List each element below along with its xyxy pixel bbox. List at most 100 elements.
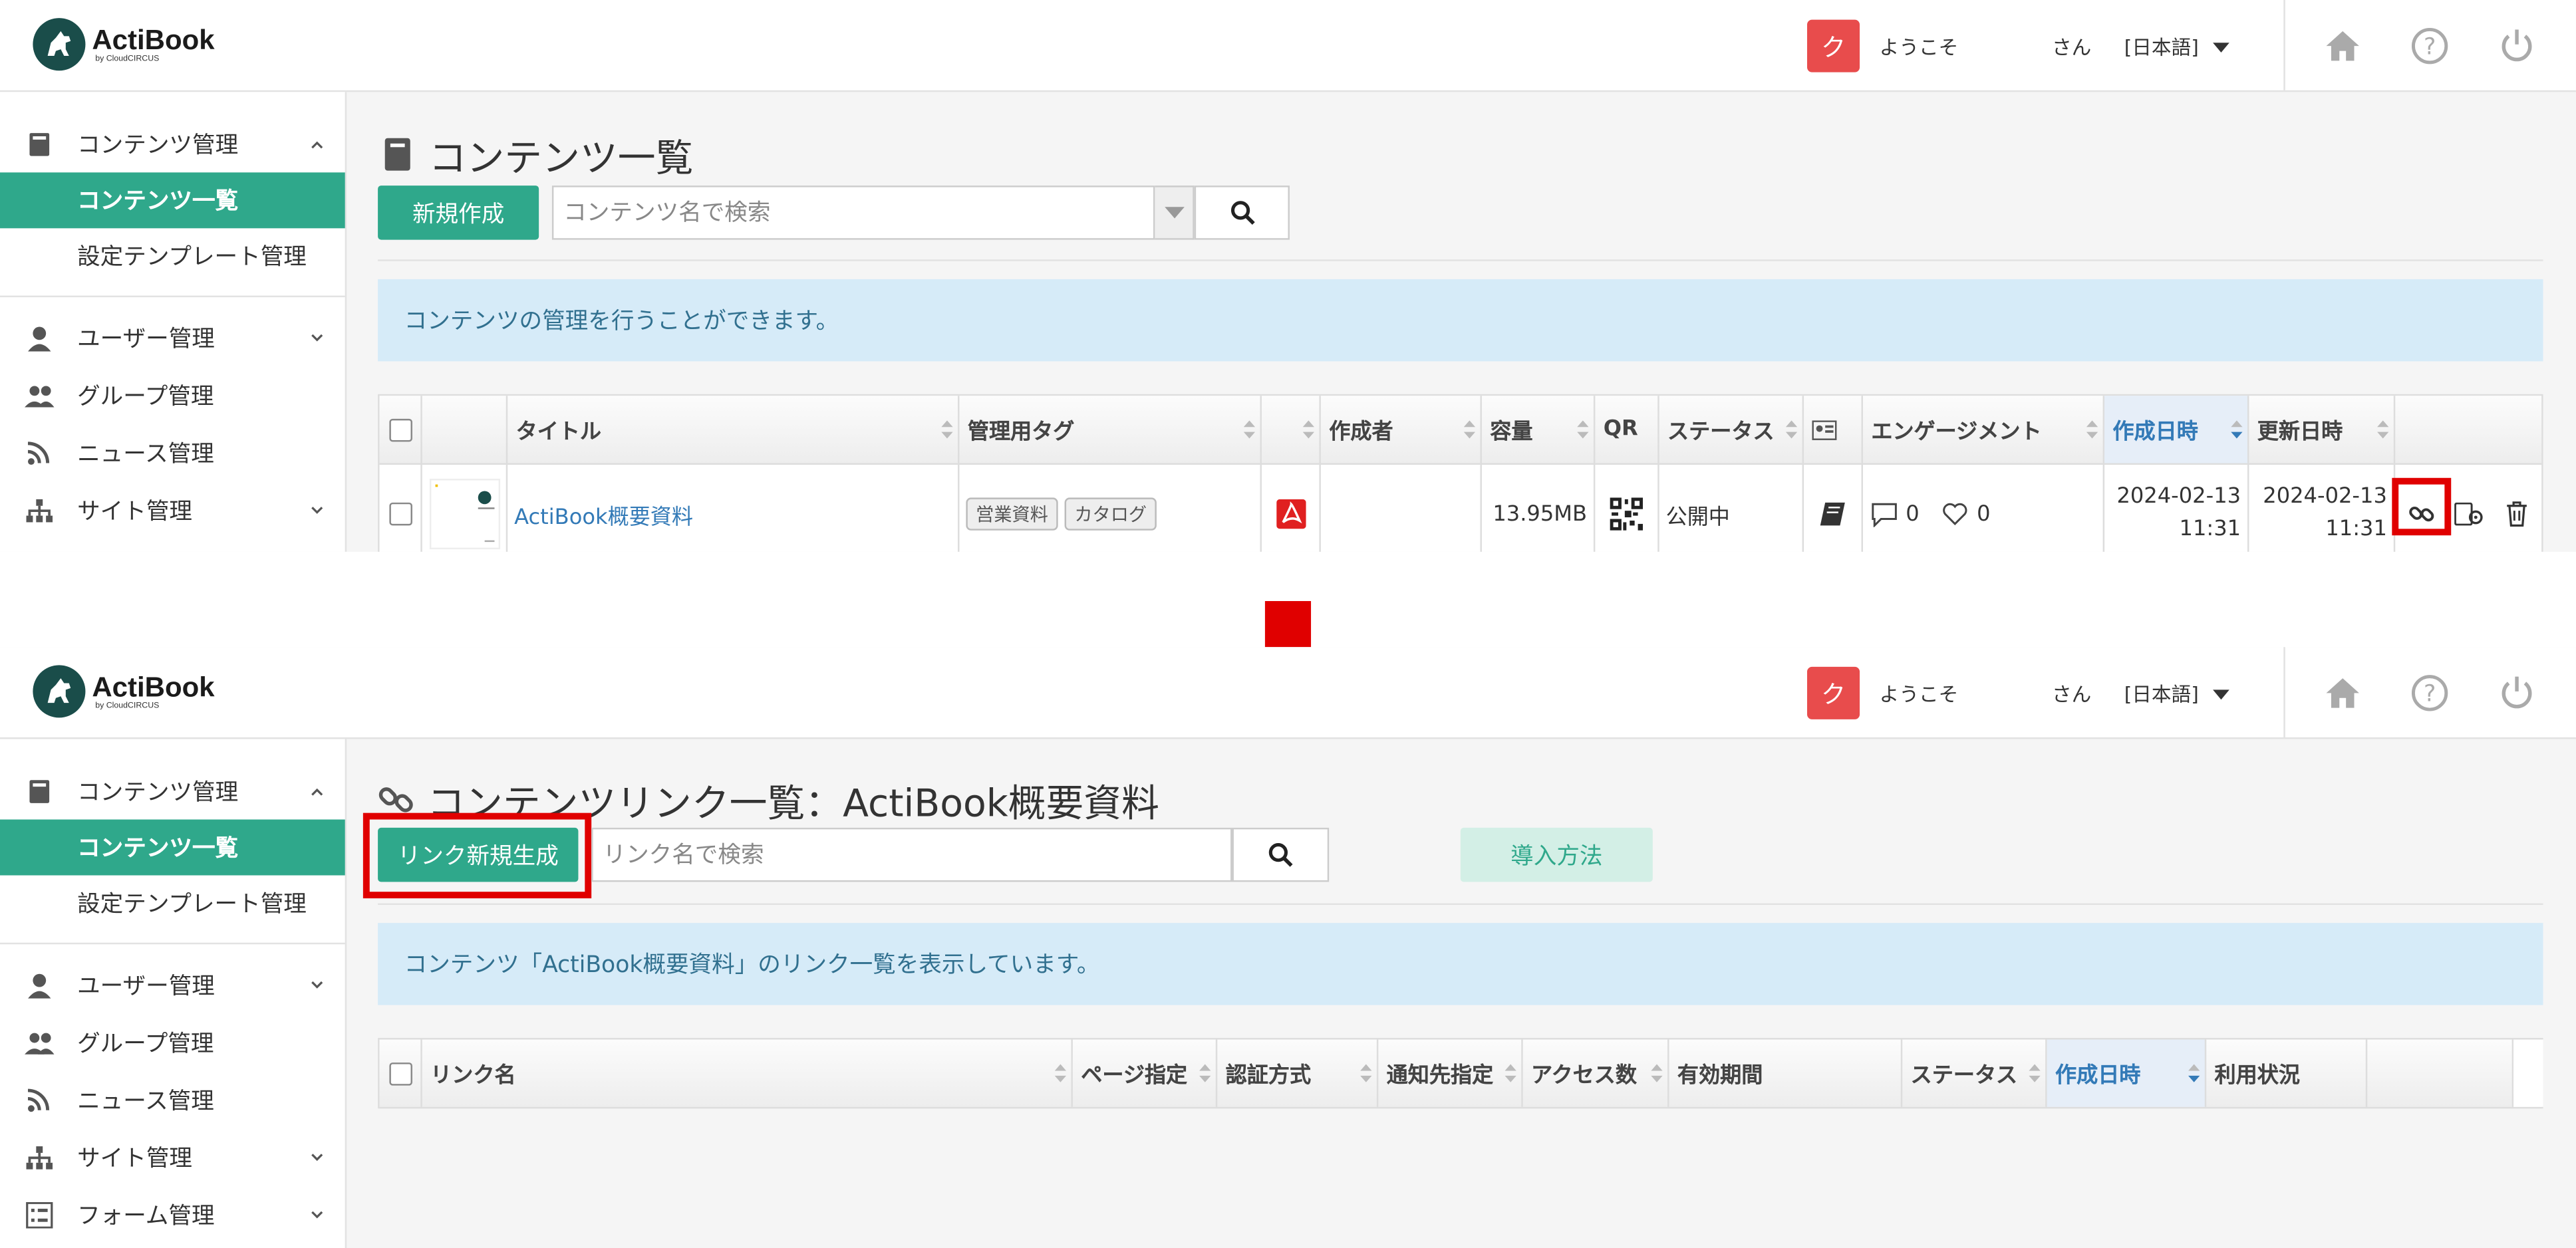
language-select[interactable]: [日本語] (2124, 680, 2230, 708)
form-icon (26, 1202, 53, 1229)
divider (378, 259, 2543, 261)
welcome-text: ようこそ (1879, 36, 1959, 59)
app-logo[interactable]: ActiBook by CloudCIRCUS (33, 665, 215, 718)
sidebar-item-content-mgmt[interactable]: コンテンツ管理 (0, 116, 345, 172)
home-icon[interactable] (2323, 674, 2362, 713)
power-icon[interactable] (2497, 674, 2536, 713)
sidebar-item-group-mgmt[interactable]: グループ管理 (0, 368, 345, 424)
screen-content-link-list: ActiBook by CloudCIRCUS ク ようこそ さん [日本語] … (0, 647, 2576, 1248)
column-header-auth[interactable]: 認証方式 (1217, 1039, 1379, 1107)
group-icon (25, 1033, 55, 1055)
avatar[interactable]: ク (1807, 666, 1860, 719)
sidebar-item-label: ニュース管理 (77, 441, 214, 468)
comment-count: 0 (1906, 501, 1920, 527)
column-header-status[interactable]: ステータス (1659, 396, 1804, 463)
horse-logo-icon (33, 665, 86, 718)
column-header-title[interactable]: タイトル (507, 396, 960, 463)
sidebar-item-group-mgmt[interactable]: グループ管理 (0, 1015, 345, 1070)
sort-icon (1243, 420, 1256, 439)
column-header-status[interactable]: ステータス (1902, 1039, 2047, 1107)
select-all-checkbox[interactable] (388, 1061, 412, 1085)
user-icon (27, 973, 51, 999)
sidebar-item-form-mgmt[interactable]: フォーム管理 (0, 1187, 345, 1243)
table-header: タイトル 管理用タグ 作成者 容量 QR ステータス エンゲージメント 作成日時… (379, 396, 2542, 465)
qr-code-icon[interactable] (1610, 497, 1643, 531)
column-header-qr: QR (1595, 396, 1659, 463)
column-header-access[interactable]: アクセス数 (1523, 1039, 1669, 1107)
book-open-icon[interactable] (1818, 501, 1847, 527)
sidebar-item-site-mgmt[interactable]: サイト管理 (0, 1130, 345, 1186)
search-button[interactable] (1232, 827, 1330, 882)
sidebar-item-user-mgmt[interactable]: ユーザー管理 (0, 957, 345, 1013)
qr-cell (1595, 465, 1659, 552)
power-icon[interactable] (2497, 27, 2536, 66)
help-icon[interactable]: ? (2410, 27, 2449, 66)
avatar[interactable]: ク (1807, 19, 1860, 72)
trash-icon[interactable] (2505, 501, 2529, 527)
size-cell: 13.95MB (1482, 465, 1596, 552)
sidebar-item-label: コンテンツ管理 (77, 133, 239, 160)
tag-cell: 営業資料 カタログ (959, 465, 1262, 552)
content-table: タイトル 管理用タグ 作成者 容量 QR ステータス エンゲージメント 作成日時… (378, 394, 2543, 552)
book-icon (384, 138, 410, 171)
content-title-link[interactable]: ActiBook概要資料 (514, 499, 693, 530)
search-dropdown-button[interactable] (1155, 186, 1195, 240)
screen-content-list: ActiBook by CloudCIRCUS ク ようこそ さん [日本語] … (0, 0, 2576, 552)
sort-icon (1504, 1064, 1516, 1082)
column-header-updated[interactable]: 更新日時 (2249, 396, 2396, 463)
column-header-engagement[interactable]: エンゲージメント (1863, 396, 2105, 463)
sort-icon (1199, 1064, 1211, 1082)
language-select[interactable]: [日本語] (2124, 33, 2230, 61)
sidebar-item-content-list[interactable]: コンテンツ一覧 (0, 172, 345, 229)
sidebar-item-label: 設定テンプレート管理 (77, 245, 307, 271)
app-header: ActiBook by CloudCIRCUS ク ようこそ さん [日本語] … (0, 0, 2576, 92)
column-header-type[interactable] (1262, 396, 1321, 463)
app-logo[interactable]: ActiBook by CloudCIRCUS (33, 18, 215, 71)
sidebar-item-news-mgmt[interactable]: ニュース管理 (0, 1072, 345, 1128)
select-all-cell (380, 396, 422, 463)
chevron-down-icon (311, 981, 323, 989)
chevron-up-icon (311, 141, 323, 149)
content-search-input[interactable] (551, 186, 1155, 240)
column-header-created[interactable]: 作成日時 (2047, 1039, 2207, 1107)
like-count: 0 (1977, 501, 1991, 527)
column-header-created[interactable]: 作成日時 (2104, 396, 2249, 463)
column-header-page[interactable]: ページ指定 (1073, 1039, 1218, 1107)
row-checkbox[interactable] (388, 502, 412, 526)
caret-down-icon (2214, 41, 2230, 52)
howto-button[interactable]: 導入方法 (1460, 827, 1653, 882)
thumbnail-image[interactable] (428, 478, 500, 551)
language-label: [日本語] (2124, 36, 2199, 59)
row-select-cell (380, 465, 422, 552)
book-icon (29, 133, 50, 156)
sidebar-item-user-mgmt[interactable]: ユーザー管理 (0, 311, 345, 366)
sidebar-divider (0, 295, 345, 298)
sidebar-item-news-mgmt[interactable]: ニュース管理 (0, 426, 345, 481)
caret-down-icon (2214, 689, 2230, 699)
column-header-link-name[interactable]: リンク名 (422, 1039, 1073, 1107)
device-settings-icon[interactable] (2454, 502, 2484, 526)
link-search-input[interactable] (591, 827, 1232, 882)
status-cell: 公開中 (1659, 465, 1804, 552)
sort-icon (1785, 420, 1798, 439)
sidebar-divider (0, 942, 345, 945)
sidebar-item-site-mgmt[interactable]: サイト管理 (0, 483, 345, 539)
sidebar-item-template-mgmt[interactable]: 設定テンプレート管理 (0, 876, 345, 932)
sidebar-item-label: サイト管理 (77, 1146, 192, 1173)
column-header-author[interactable]: 作成者 (1321, 396, 1482, 463)
header-divider (2283, 647, 2285, 738)
sidebar-item-template-mgmt[interactable]: 設定テンプレート管理 (0, 228, 345, 284)
sidebar-item-content-list[interactable]: コンテンツ一覧 (0, 819, 345, 876)
select-all-checkbox[interactable] (388, 418, 412, 441)
column-header-size[interactable]: 容量 (1482, 396, 1596, 463)
new-content-button[interactable]: 新規作成 (378, 186, 539, 240)
column-header-tag[interactable]: 管理用タグ (959, 396, 1262, 463)
sidebar-item-label: グループ管理 (77, 384, 214, 411)
search-button[interactable] (1194, 186, 1290, 240)
home-icon[interactable] (2323, 27, 2362, 66)
tag-badge: カタログ (1064, 497, 1157, 531)
sidebar-item-content-mgmt[interactable]: コンテンツ管理 (0, 764, 345, 820)
help-icon[interactable]: ? (2410, 674, 2449, 713)
sort-desc-icon (2231, 420, 2243, 439)
column-header-notify[interactable]: 通知先指定 (1378, 1039, 1523, 1107)
